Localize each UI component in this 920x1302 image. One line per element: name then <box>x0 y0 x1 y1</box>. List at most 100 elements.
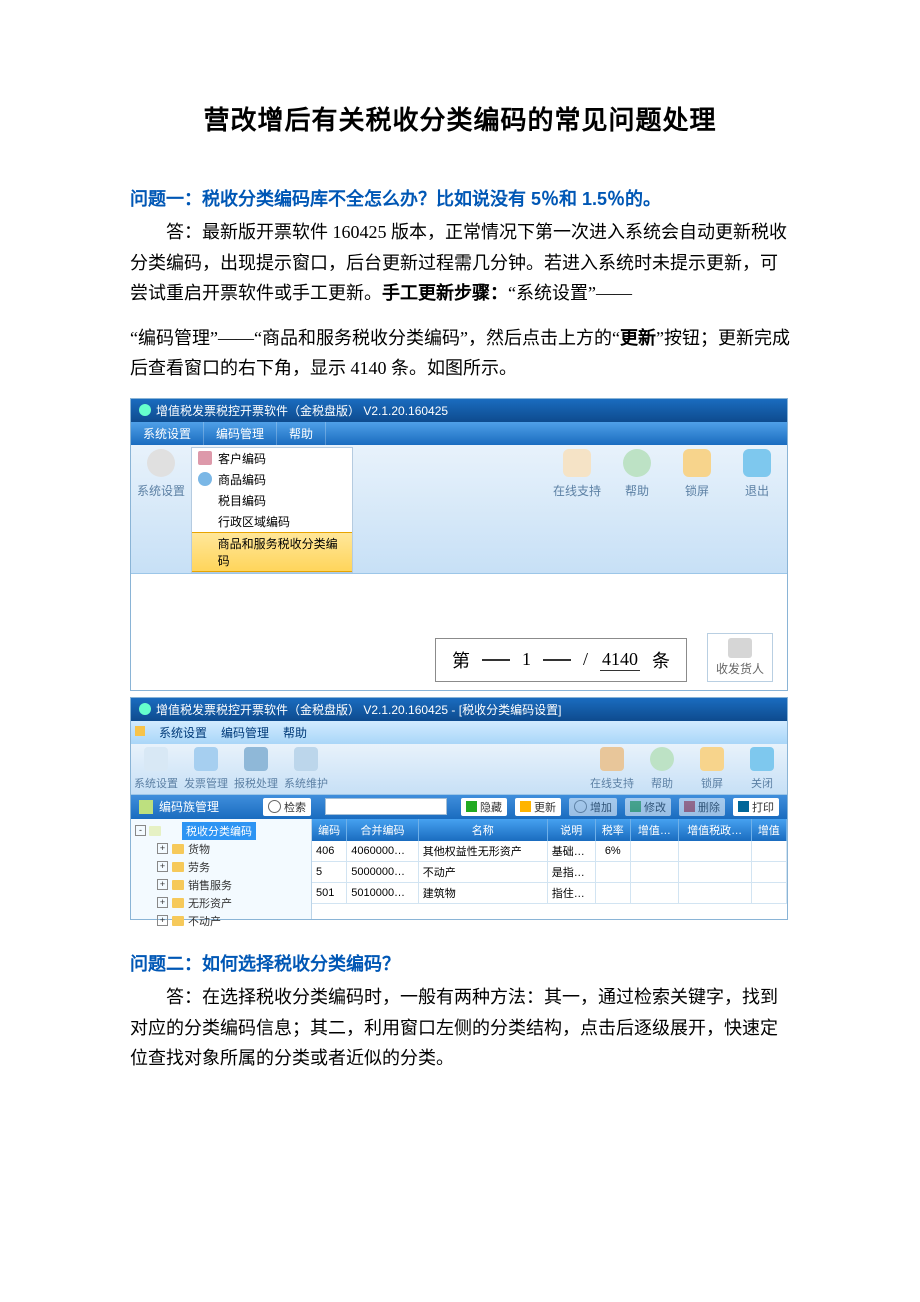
print-icon <box>738 801 749 812</box>
tb-close[interactable]: 关闭 <box>737 744 787 794</box>
expand-icon[interactable]: + <box>157 861 168 872</box>
gear-icon <box>144 747 168 771</box>
tb-invoice[interactable]: 发票管理 <box>181 744 231 794</box>
tb-lock[interactable]: 锁屏 <box>687 744 737 794</box>
help-icon <box>623 449 651 477</box>
expand-icon[interactable]: + <box>157 915 168 926</box>
dd-tax-code[interactable]: 税目编码 <box>192 490 352 511</box>
pin-icon <box>135 726 145 736</box>
menu2-1[interactable]: 编码管理 <box>221 724 269 741</box>
app1-title: 增值税发票税控开票软件（金税盘版） V2.1.20.160425 <box>156 402 448 419</box>
help-button[interactable]: 帮助 <box>607 445 667 573</box>
document-title: 营改增后有关税收分类编码的常见问题处理 <box>130 100 790 137</box>
print-button[interactable]: 打印 <box>733 798 779 816</box>
menu2-2[interactable]: 帮助 <box>283 724 307 741</box>
tbr0: 在线支持 <box>590 778 634 790</box>
app-icon <box>139 404 151 416</box>
dd-region-code[interactable]: 行政区域编码 <box>192 511 352 532</box>
search-button[interactable]: 检索 <box>263 798 311 816</box>
mb-print: 打印 <box>752 799 774 815</box>
expand-icon[interactable]: + <box>157 843 168 854</box>
table-header-row: 编码 合并编码 名称 说明 税率 增值… 增值税政… 增值 <box>312 819 787 841</box>
dd-customer-code[interactable]: 客户编码 <box>192 448 352 469</box>
app2-title: 增值税发票税控开票软件（金税盘版） V2.1.20.160425 - [税收分类… <box>156 701 561 718</box>
rb1: 帮助 <box>625 484 649 498</box>
calendar-icon <box>194 747 218 771</box>
screenshot-app2: 增值税发票税控开票软件（金税盘版） V2.1.20.160425 - [税收分类… <box>130 697 788 920</box>
th-desc[interactable]: 说明 <box>547 819 595 841</box>
table-row[interactable]: 5015010000…建筑物指住… <box>312 882 787 903</box>
dd-product-code[interactable]: 商品编码 <box>192 469 352 490</box>
th-v1[interactable]: 增值… <box>630 819 678 841</box>
help-icon <box>650 747 674 771</box>
tbl0: 系统设置 <box>134 778 178 790</box>
add-button[interactable]: 增加 <box>569 798 617 816</box>
tbr1: 帮助 <box>651 778 673 790</box>
menu-help[interactable]: 帮助 <box>277 422 326 445</box>
tree-node-service[interactable]: + 销售服务 <box>135 876 307 894</box>
rb2: 锁屏 <box>685 484 709 498</box>
search-icon <box>268 800 281 813</box>
tb-maint[interactable]: 系统维护 <box>281 744 331 794</box>
tree-pane: - 税收分类编码 +货物 +劳务 +销售服务 +无形资产 +不动产 <box>131 819 312 919</box>
online-support-button[interactable]: 在线支持 <box>547 445 607 573</box>
folder-icon <box>172 862 184 872</box>
menu-code[interactable]: 编码管理 <box>204 422 277 445</box>
hide-icon <box>466 801 477 812</box>
pager-total: 4140 <box>600 649 640 671</box>
menubar: 系统设置 编码管理 帮助 <box>131 422 787 445</box>
table-row[interactable]: 4064060000…其他权益性无形资产基础…6% <box>312 841 787 862</box>
table-row[interactable]: 55000000…不动产是指… <box>312 861 787 882</box>
lock-button[interactable]: 锁屏 <box>667 445 727 573</box>
tbr3: 关闭 <box>751 778 773 790</box>
th-merge[interactable]: 合并编码 <box>347 819 419 841</box>
exit-button[interactable]: 退出 <box>727 445 787 573</box>
search-input[interactable] <box>325 798 447 815</box>
tb-help[interactable]: 帮助 <box>637 744 687 794</box>
system-settings-button[interactable]: 系统设置 <box>131 445 191 503</box>
tree-node-goods[interactable]: + 货物 <box>135 840 307 858</box>
th-v3[interactable]: 增值 <box>751 819 786 841</box>
tree-node-labor[interactable]: +劳务 <box>135 858 307 876</box>
menu2-0[interactable]: 系统设置 <box>159 724 207 741</box>
dd-label-3: 行政区域编码 <box>218 513 290 530</box>
hide-button[interactable]: 隐藏 <box>461 798 507 816</box>
collapse-icon[interactable]: - <box>135 825 146 836</box>
th-code[interactable]: 编码 <box>312 819 347 841</box>
tb-tax[interactable]: 报税处理 <box>231 744 281 794</box>
dd-label-2: 税目编码 <box>218 492 266 509</box>
tree-root[interactable]: 税收分类编码 <box>182 822 256 840</box>
expand-icon[interactable]: + <box>157 879 168 890</box>
tb-support[interactable]: 在线支持 <box>587 744 637 794</box>
menu-system[interactable]: 系统设置 <box>131 422 204 445</box>
pager: 第 1 / 4140 条 <box>435 638 687 682</box>
mb-update: 更新 <box>534 799 556 815</box>
th-v2[interactable]: 增值税政… <box>678 819 751 841</box>
pager-page: 1 <box>522 649 531 670</box>
mb-edit: 修改 <box>644 799 666 815</box>
expand-icon[interactable]: + <box>157 897 168 908</box>
tn0: 货物 <box>188 841 210 857</box>
tb-system[interactable]: 系统设置 <box>131 744 181 794</box>
menubar2: 系统设置 编码管理 帮助 <box>131 721 787 744</box>
delete-button[interactable]: 删除 <box>679 798 725 816</box>
dd-tax-category-code[interactable]: 商品和服务税收分类编码 <box>192 532 352 572</box>
sysset-label: 系统设置 <box>137 484 185 498</box>
mb-del: 删除 <box>698 799 720 815</box>
doc-icon <box>198 472 212 486</box>
screenshot-app1: 增值税发票税控开票软件（金税盘版） V2.1.20.160425 系统设置 编码… <box>130 398 788 691</box>
edit-button[interactable]: 修改 <box>625 798 671 816</box>
back-icon <box>750 747 774 771</box>
q1-bold-update: 更新 <box>620 328 656 348</box>
dd-label-1: 商品编码 <box>218 471 266 488</box>
tree-node-realestate[interactable]: +不动产 <box>135 912 307 930</box>
update-button[interactable]: 更新 <box>515 798 561 816</box>
receiver-button[interactable]: 收发货人 <box>707 633 773 682</box>
pager-pre: 第 <box>452 647 470 673</box>
dd-label-4: 商品和服务税收分类编码 <box>218 535 346 569</box>
tn2: 销售服务 <box>188 877 232 893</box>
th-name[interactable]: 名称 <box>418 819 547 841</box>
th-rate[interactable]: 税率 <box>595 819 630 841</box>
tree-node-intangible[interactable]: +无形资产 <box>135 894 307 912</box>
data-table: 编码 合并编码 名称 说明 税率 增值… 增值税政… 增值 4064060000… <box>312 819 787 904</box>
